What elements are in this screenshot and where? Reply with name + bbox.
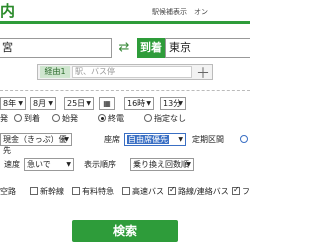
arrival-label: 到着: [137, 38, 165, 58]
radio-label-last-train: 終電: [108, 114, 124, 123]
checkbox-highway-bus[interactable]: [122, 187, 130, 195]
station-candidates-toggle[interactable]: 駅候補表示 オン: [152, 7, 208, 17]
year-select[interactable]: 8年 ▼: [0, 97, 26, 110]
chevron-down-icon: ▼: [64, 136, 69, 143]
month-select[interactable]: 8月 ▼: [30, 97, 56, 110]
chevron-down-icon: ▼: [66, 161, 71, 168]
commuter-label: 定期区間: [192, 135, 224, 144]
add-via-icon[interactable]: ＋: [196, 63, 210, 83]
radio-label-first-train: 始発: [62, 114, 78, 123]
header-divider: [0, 21, 250, 24]
checkbox-shinkansen[interactable]: [30, 187, 38, 195]
checkbox-label-air: 空路: [0, 187, 16, 196]
fare-select[interactable]: 現金（きっぷ）優先 ▼: [0, 133, 72, 155]
radio-label-arrival: 到着: [24, 114, 40, 123]
header: 内 駅候補表示 オン: [0, 0, 250, 22]
radio-label-departure: 発: [0, 114, 8, 123]
seat-value: 自由席優先: [127, 135, 169, 144]
radio-last-train[interactable]: [98, 114, 106, 122]
month-value: 8月: [33, 99, 47, 108]
chevron-down-icon: ▼: [186, 161, 191, 168]
arrival-station-input[interactable]: 東京: [165, 38, 250, 58]
speed-select[interactable]: 急いで ▼: [24, 158, 74, 171]
speed-value: 急いで: [27, 160, 51, 169]
minute-select[interactable]: 13分 ▼: [160, 97, 186, 110]
checkbox-ferry[interactable]: [232, 185, 240, 195]
search-button[interactable]: 検索: [72, 220, 178, 242]
day-select[interactable]: 25日 ▼: [64, 97, 94, 110]
checkbox-label-shinkansen: 新幹線: [40, 187, 64, 196]
checkbox-route-bus[interactable]: [168, 185, 176, 195]
checkbox-label-ferry: フ: [242, 187, 250, 196]
chevron-down-icon: ▼: [48, 100, 53, 107]
chevron-down-icon: ▼: [86, 100, 91, 107]
checkbox-label-route-bus: 路線/連絡バス: [178, 187, 229, 196]
chevron-down-icon: ▼: [146, 100, 151, 107]
speed-label: 速度: [4, 160, 20, 169]
checkbox-label-highway-bus: 高速バス: [132, 187, 164, 196]
day-value: 25日: [67, 99, 86, 108]
radio-label-unspecified: 指定なし: [154, 114, 186, 123]
via-station-input[interactable]: 駅、バス停: [72, 66, 192, 78]
swap-stations-icon[interactable]: ⇄: [116, 40, 132, 56]
page-title: 内: [0, 2, 16, 20]
seat-label: 座席: [104, 135, 120, 144]
order-select[interactable]: 乗り換え回数順 ▼: [130, 158, 194, 171]
divider: [0, 90, 250, 91]
hour-value: 16時: [127, 99, 146, 108]
radio-first-train[interactable]: [52, 114, 60, 122]
departure-station-input[interactable]: 宮: [0, 38, 112, 58]
help-icon[interactable]: [240, 135, 248, 143]
chevron-down-icon: ▼: [178, 100, 183, 107]
calendar-icon[interactable]: ▦: [99, 97, 115, 110]
year-value: 8年: [3, 99, 17, 108]
chevron-down-icon: ▼: [18, 100, 23, 107]
chevron-down-icon: ▼: [178, 136, 183, 143]
order-label: 表示順序: [84, 160, 116, 169]
via-label: 経由1: [40, 66, 70, 78]
radio-arrival[interactable]: [14, 114, 22, 122]
fare-value: 現金（きっぷ）優先: [3, 135, 67, 155]
checkbox-limited-express[interactable]: [72, 187, 80, 195]
seat-select[interactable]: 自由席優先 ▼: [124, 133, 186, 146]
checkbox-label-limited-express: 有料特急: [82, 187, 114, 196]
radio-unspecified[interactable]: [144, 114, 152, 122]
order-value: 乗り換え回数順: [133, 160, 189, 169]
hour-select[interactable]: 16時 ▼: [124, 97, 154, 110]
